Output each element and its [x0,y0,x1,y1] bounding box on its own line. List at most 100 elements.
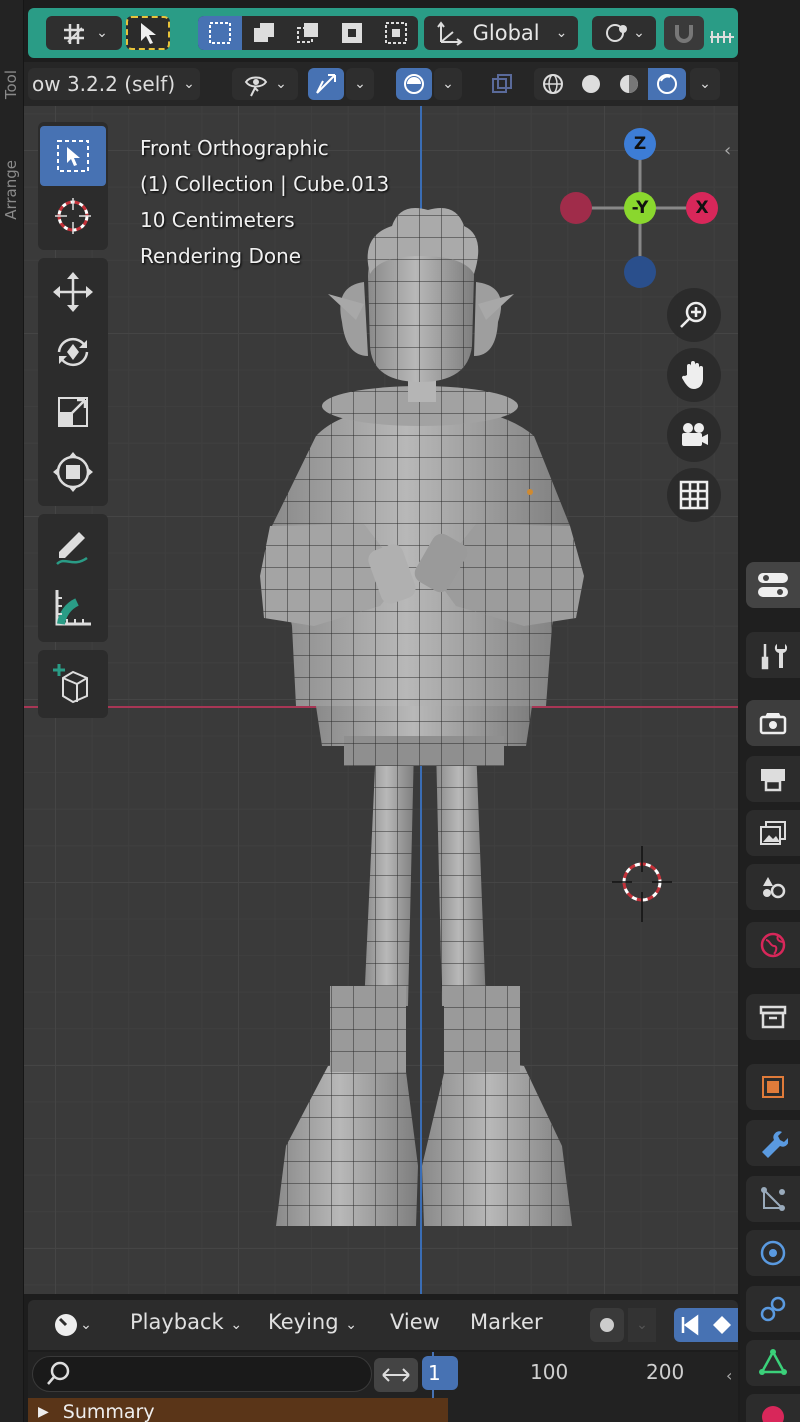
tab-constraints[interactable] [746,1286,800,1332]
timeline-header: ⌄ Playback ⌄ Keying ⌄ View Marker ⌄ [28,1300,738,1350]
gizmo-toggle-button[interactable] [308,68,344,100]
snap-button[interactable]: ⌄ [46,16,122,50]
shading-dropdown[interactable]: ⌄ [690,68,720,100]
tool-transform[interactable] [40,442,106,502]
current-frame-indicator[interactable]: 1 [422,1356,458,1390]
viewport-subheader: ow 3.2.2 (self) ⌄ ⌄ ⌄ ⌄ ⌄ [24,62,738,106]
gizmo-z-label: Z [633,134,647,154]
current-frame-label: 1 [428,1361,441,1385]
transform-icon [53,452,93,492]
gizmo-x-label: X [695,198,709,218]
frame-tick-100: 100 [530,1360,569,1384]
xray-toggle-button[interactable] [484,68,520,100]
tab-object[interactable] [746,1064,800,1110]
tool-rotate[interactable] [40,322,106,382]
measure-icon [55,590,91,626]
proportional-edit-button[interactable] [664,16,704,50]
tab-data[interactable] [746,1340,800,1386]
shading-wireframe-button[interactable] [534,68,572,100]
sidebar-toggle-icon[interactable]: ‹ [724,140,731,161]
3d-cursor-icon[interactable] [612,846,672,926]
scale-icon [58,397,88,427]
gizmo-y-axis[interactable]: -Y [624,192,656,224]
tab-tool[interactable]: Tool [2,70,22,99]
gizmo-neg-z-axis[interactable] [624,256,656,288]
eye-icon [244,76,268,97]
scroll-horizontal-button[interactable] [374,1358,418,1392]
record-button[interactable] [590,1308,624,1342]
gizmo-neg-x-axis[interactable] [560,192,592,224]
viewport-header: ⌄ Global ⌄ ⌄ [28,8,738,58]
jump-start-icon[interactable] [679,1314,701,1336]
zoom-button[interactable] [667,288,721,342]
pivot-point-dropdown[interactable]: ⌄ [592,16,656,50]
menu-playback-label: Playback [130,1310,224,1334]
tab-tool-settings[interactable] [746,632,800,678]
transform-orientation-dropdown[interactable]: Global ⌄ [424,16,578,50]
tab-output[interactable] [746,756,800,802]
navigation-gizmo[interactable]: Z -Y X [556,128,726,288]
tab-toggle-props[interactable] [746,562,800,608]
keying-set-dropdown[interactable]: ⌄ [628,1308,656,1342]
tool-measure[interactable] [40,578,106,638]
tab-render[interactable] [746,700,800,746]
overlays-dropdown[interactable]: ⌄ [434,68,462,100]
tab-physics[interactable] [746,1230,800,1276]
tab-material[interactable] [746,1394,800,1422]
add-cube-icon [53,664,88,704]
tool-annotate[interactable] [40,518,106,578]
menu-view[interactable]: View [390,1310,440,1334]
select-mode-subtract-button[interactable] [286,16,330,50]
frame-tick-200: 200 [646,1360,685,1384]
tab-modifiers[interactable] [746,1120,800,1166]
magnet-icon [675,25,693,43]
gizmo-dropdown[interactable]: ⌄ [346,68,374,100]
select-mode-new-button[interactable] [198,16,242,50]
overlays-toggle-button[interactable] [396,68,432,100]
tool-add-cube[interactable] [40,654,106,714]
visibility-dropdown[interactable]: ⌄ [232,68,298,100]
render-engine-dropdown[interactable]: ow 3.2.2 (self) ⌄ [28,68,200,100]
tool-select-box[interactable] [40,126,106,186]
tool-move[interactable] [40,262,106,322]
timeline-search-input[interactable] [32,1356,372,1392]
tab-arrange[interactable]: Arrange [2,160,22,220]
shading-solid-button[interactable] [572,68,610,100]
tab-world[interactable] [746,922,800,968]
tab-collection[interactable] [746,994,800,1040]
keyframe-diamond-icon[interactable] [711,1314,733,1336]
clock-icon [55,1314,78,1336]
select-mode-intersect-button[interactable] [374,16,418,50]
tab-view-layer[interactable] [746,810,800,856]
hand-icon [681,361,703,389]
tab-particles[interactable] [746,1176,800,1222]
grid-icon [679,480,709,510]
select-mode-extend-button[interactable] [242,16,286,50]
menu-playback[interactable]: Playback ⌄ [130,1310,242,1334]
menu-keying[interactable]: Keying ⌄ [268,1310,357,1334]
camera-view-button[interactable] [667,408,721,462]
select-tool-button[interactable] [126,16,170,50]
shading-rendered-button[interactable] [648,68,686,100]
material-icon [762,1406,784,1422]
tool-scale[interactable] [40,382,106,442]
render-camera-icon [759,713,787,735]
gizmo-x-axis[interactable]: X [686,192,718,224]
ortho-toggle-button[interactable] [667,468,721,522]
scene-icon [763,877,786,899]
tools-icon [761,644,787,670]
summary-label: Summary [62,1401,155,1422]
editor-type-dropdown[interactable]: ⌄ [42,1308,102,1342]
sidebar-toggle-icon[interactable]: ‹ [726,1366,732,1385]
select-mode-invert-button[interactable] [330,16,374,50]
chevron-down-icon: ⌄ [555,25,568,41]
tool-cursor[interactable] [40,186,106,246]
origin-point [527,489,533,495]
pan-button[interactable] [667,348,721,402]
snap-increment-button[interactable] [706,16,738,50]
tab-scene[interactable] [746,864,800,910]
gizmo-z-axis[interactable]: Z [624,128,656,160]
shading-material-button[interactable] [610,68,648,100]
menu-marker[interactable]: Marker [470,1310,543,1334]
summary-channel[interactable]: ▶ Summary [28,1398,448,1422]
